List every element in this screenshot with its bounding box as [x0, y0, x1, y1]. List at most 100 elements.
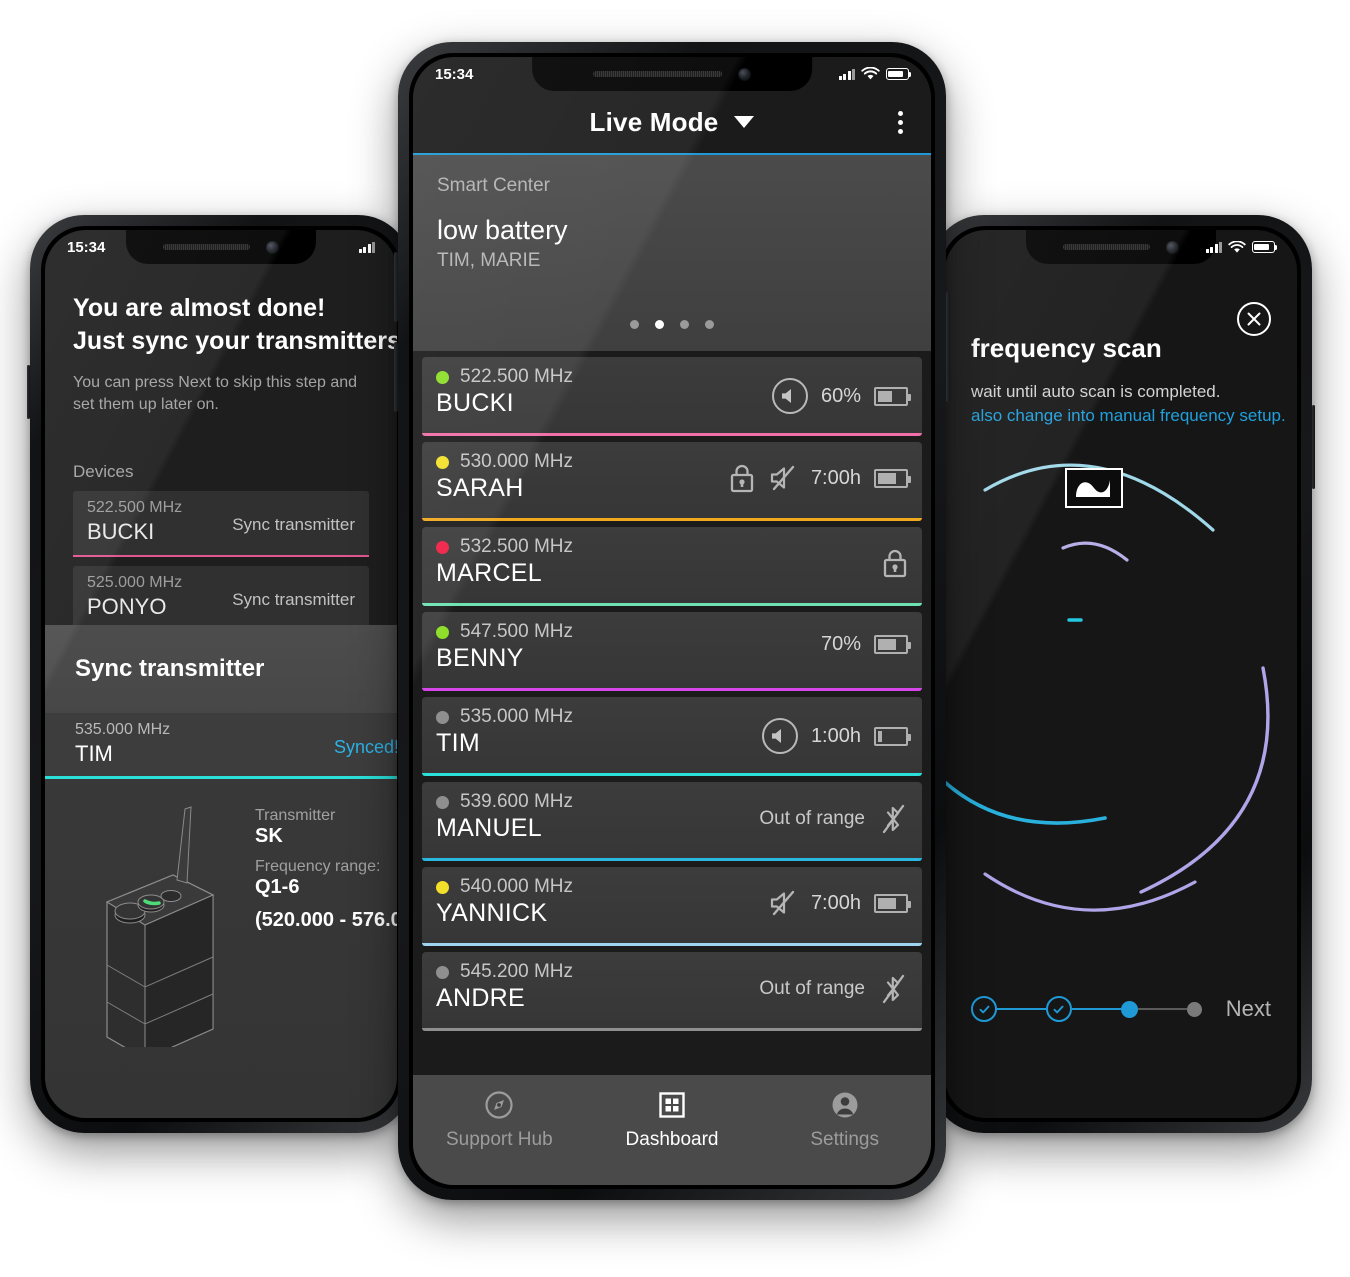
kebab-menu-icon[interactable] — [898, 110, 903, 134]
volume-down-button[interactable] — [394, 342, 398, 412]
speaker-icon[interactable] — [771, 378, 808, 414]
status-bar: 15:34 — [945, 230, 1297, 264]
step-connector-pending — [1137, 1007, 1187, 1011]
frequency-row: 539.600 MHz — [436, 791, 759, 813]
phone-left: 15:34 You are almost done! Just sync you… — [27, 215, 415, 1133]
synced-status: Synced! — [333, 737, 397, 757]
bluetooth-off-icon — [882, 804, 905, 834]
volume-up-button[interactable] — [394, 252, 398, 322]
status-time: 15:34 — [67, 238, 106, 256]
table-row[interactable]: 539.600 MHz MANUEL Out of range — [422, 782, 922, 861]
frequency-row: 540.000 MHz — [436, 876, 768, 898]
sheet-title: Sync transmitter — [75, 655, 265, 682]
page-dot[interactable] — [630, 320, 639, 329]
device-name: YANNICK — [436, 899, 548, 927]
frequency-label: 522.500 MHz — [87, 499, 183, 517]
speaker-icon[interactable] — [761, 718, 798, 754]
battery-level-label: 1:00h — [810, 724, 861, 747]
status-bar: 15:34 — [413, 57, 931, 91]
close-icon[interactable] — [1237, 302, 1271, 336]
battery-level-label: 70% — [820, 633, 861, 655]
device-name: ANDRE — [436, 984, 526, 1012]
device-indicators — [882, 548, 908, 578]
frequency-label: 525.000 MHz — [87, 574, 183, 592]
battery-icon — [874, 468, 911, 488]
step-pending[interactable] — [1186, 1001, 1202, 1017]
phone-center-bezel: 15:34 Live Mode Smart Center low battery… — [409, 53, 935, 1189]
status-led-icon — [436, 540, 449, 554]
frequency-row: 545.200 MHz — [436, 961, 759, 983]
battery-icon — [874, 726, 911, 746]
power-button[interactable] — [1312, 405, 1315, 489]
device-info: 532.500 MHz MARCEL — [436, 536, 882, 588]
status-icons — [838, 67, 912, 81]
phone-left-screen: 15:34 You are almost done! Just sync you… — [45, 230, 397, 1118]
table-row[interactable]: 532.500 MHz MARCEL — [422, 527, 922, 606]
table-row[interactable]: 547.500 MHz BENNY 70% — [422, 612, 922, 691]
table-row[interactable]: 522.500 MHz BUCKI 60% — [422, 357, 922, 436]
volume-button[interactable] — [27, 365, 30, 419]
row-accent-bar — [73, 554, 369, 558]
next-button[interactable]: Next — [1226, 996, 1271, 1022]
power-button[interactable] — [946, 292, 950, 402]
device-name: MARCEL — [436, 559, 542, 587]
status-badge: Out of range — [759, 978, 865, 999]
notification-title: low battery — [437, 215, 568, 245]
scan-animation — [945, 430, 1297, 950]
device-list[interactable]: 522.500 MHz BUCKI 60% 530.000 MHz SARAH 7:00h… — [413, 351, 931, 1031]
phone-right-bezel: 15:34 frequency s — [941, 226, 1301, 1122]
chevron-down-icon[interactable] — [734, 116, 755, 128]
tab-dashboard[interactable]: Dashboard — [586, 1090, 759, 1151]
frequency-label: 547.500 MHz — [460, 621, 574, 642]
tab-settings[interactable]: Settings — [758, 1090, 931, 1151]
frequency-range-span: (520.000 - 576.000 — [255, 909, 397, 931]
page-dot[interactable] — [705, 320, 714, 329]
frequency-label: 530.000 MHz — [460, 451, 574, 472]
battery-level-label: 7:00h — [810, 466, 861, 489]
transmitter-value: SK — [255, 825, 283, 847]
device-name: TIM — [75, 741, 113, 766]
table-row[interactable]: 545.200 MHz ANDRE Out of range — [422, 952, 922, 1031]
sheet-device-row[interactable]: 535.000 MHz TIM Synced! — [45, 713, 397, 779]
page-dot-active[interactable] — [655, 320, 664, 329]
row-accent-bar — [422, 603, 922, 606]
phone-right: 15:34 frequency s — [930, 215, 1315, 1133]
device-info: 545.200 MHz ANDRE — [436, 961, 759, 1013]
row-accent-bar — [422, 518, 922, 521]
table-row[interactable]: 530.000 MHz SARAH 7:00h — [422, 442, 922, 521]
frequency-label: 532.500 MHz — [460, 536, 574, 557]
smart-center-panel[interactable]: Smart Center low battery TIM, MARIE — [413, 153, 931, 351]
frequency-range-value: Q1-6 — [255, 876, 300, 898]
tab-support-hub[interactable]: Support Hub — [413, 1090, 586, 1151]
page-indicator-dots[interactable] — [413, 320, 931, 329]
frequency-row: 547.500 MHz — [436, 621, 821, 643]
transmitter-illustration — [45, 797, 255, 1060]
list-item[interactable]: 525.000 MHz PONYO Sync transmitter — [73, 566, 369, 633]
bottom-tab-bar[interactable]: Support Hub Dashboard Settings — [413, 1075, 931, 1185]
step-completed-2[interactable] — [1045, 996, 1072, 1022]
tab-label: Support Hub — [445, 1129, 553, 1150]
lock-icon — [730, 464, 754, 493]
table-row[interactable]: 540.000 MHz YANNICK 7:00h — [422, 867, 922, 946]
frequency-row: 522.500 MHz — [436, 366, 772, 388]
step-completed-1[interactable] — [971, 996, 997, 1022]
status-bar: 15:34 — [45, 230, 397, 264]
device-name: TIM — [436, 729, 480, 757]
left-content: You are almost done! Just sync your tran… — [45, 230, 397, 633]
step-current[interactable] — [1120, 1000, 1138, 1018]
status-icons — [1205, 240, 1278, 254]
list-item[interactable]: 522.500 MHz BUCKI Sync transmitter — [73, 491, 369, 558]
device-info: 535.000 MHz TIM — [436, 706, 762, 758]
sync-transmitter-action[interactable]: Sync transmitter — [232, 515, 355, 535]
battery-icon — [874, 893, 911, 913]
status-led-icon — [436, 455, 449, 469]
device-indicators: Out of range — [759, 803, 908, 835]
manual-setup-link[interactable]: also change into manual frequency setup. — [971, 406, 1286, 426]
frequency-label: 522.500 MHz — [460, 366, 574, 387]
lock-icon — [883, 549, 907, 578]
sync-transmitter-sheet: Sync transmitter 535.000 MHz TIM Synced! — [45, 625, 397, 1118]
page-dot[interactable] — [680, 320, 689, 329]
sync-transmitter-action[interactable]: Sync transmitter — [232, 590, 355, 610]
screenshot-stage: 15:34 You are almost done! Just sync you… — [0, 0, 1350, 1277]
table-row[interactable]: 535.000 MHz TIM 1:00h — [422, 697, 922, 776]
